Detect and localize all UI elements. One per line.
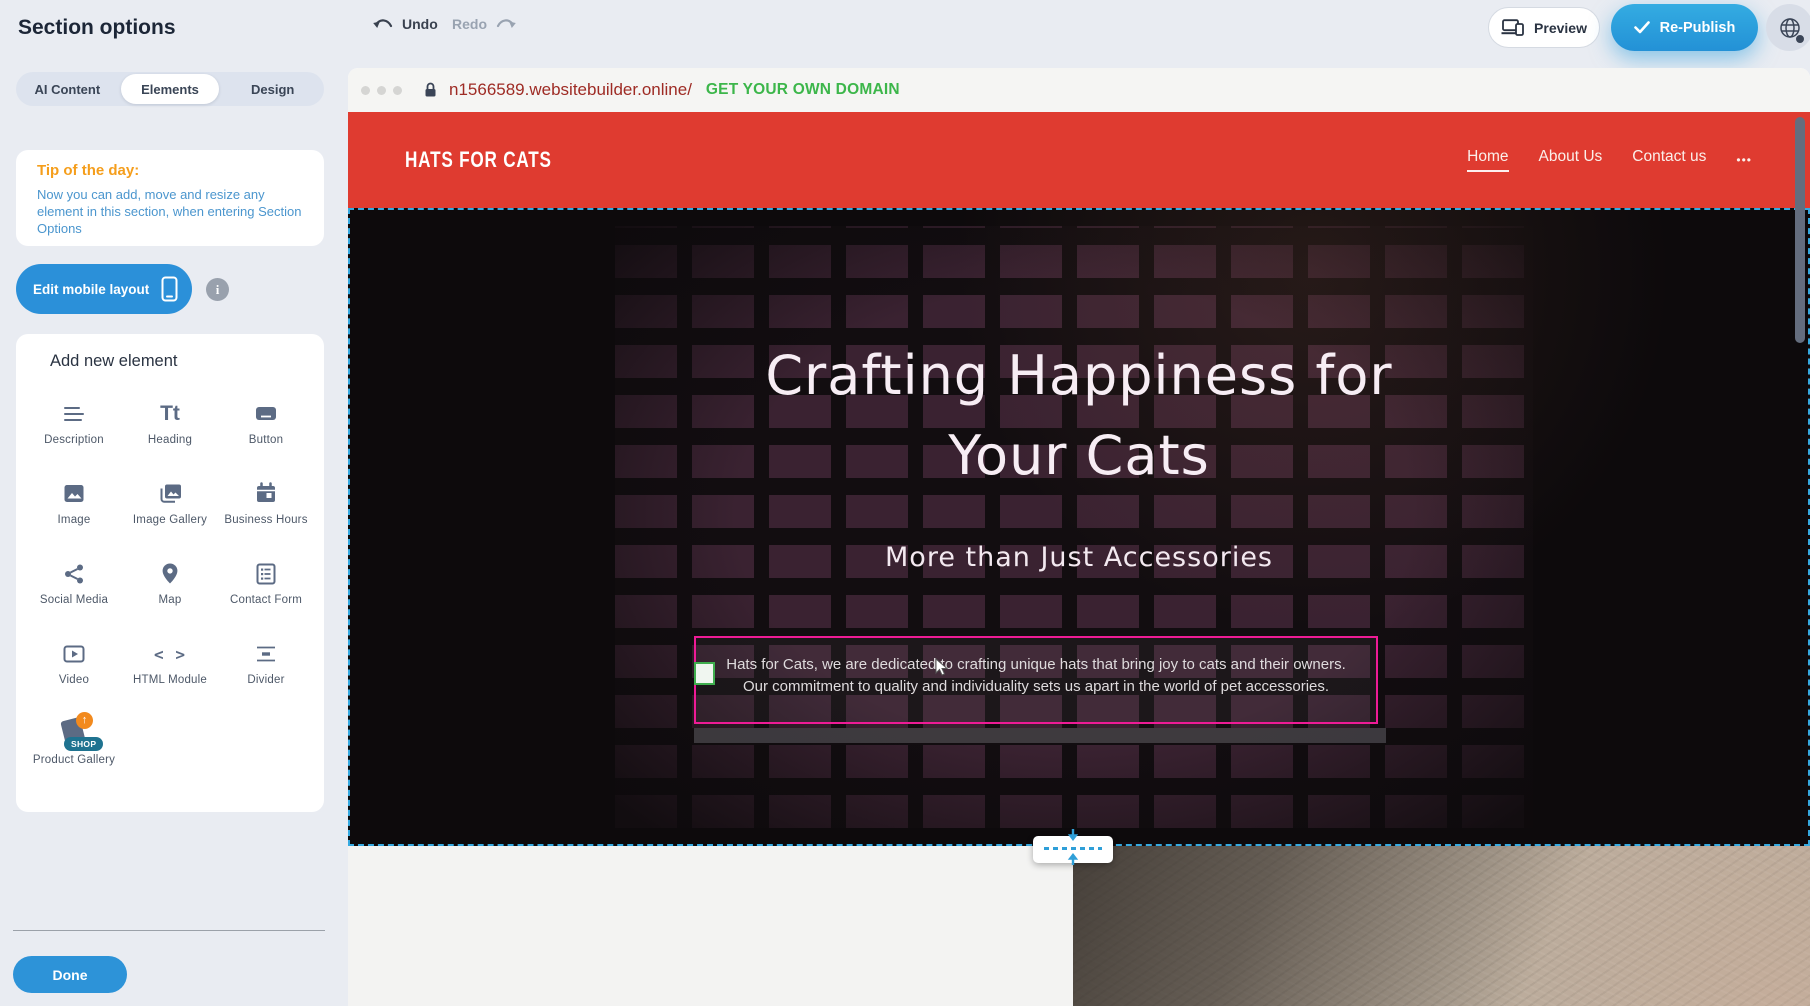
element-drag-handle[interactable] [694, 662, 715, 685]
next-section-blank [348, 846, 1073, 1006]
arrow-up-icon [1066, 851, 1080, 870]
element-product-gallery[interactable]: SHOP ↑ Product Gallery [26, 710, 122, 790]
element-grid: Description Tt Heading Button Image Imag [26, 390, 314, 790]
tab-ai-content[interactable]: AI Content [18, 74, 117, 104]
element-html-module[interactable]: < > HTML Module [122, 630, 218, 710]
website-builder-app: Section options AI Content Elements Desi… [0, 0, 1810, 1006]
element-description[interactable]: Description [26, 390, 122, 470]
next-section[interactable] [348, 846, 1810, 1006]
element-map[interactable]: Map [122, 550, 218, 630]
tab-elements[interactable]: Elements [121, 74, 220, 104]
element-divider[interactable]: Divider [218, 630, 314, 710]
element-button[interactable]: Button [218, 390, 314, 470]
arrow-down-icon [1066, 829, 1080, 848]
devices-icon [1501, 19, 1525, 36]
url-text: n1566589.websitebuilder.online/ [449, 80, 692, 100]
panel-divider [13, 930, 325, 931]
hero-section-selected[interactable]: Crafting Happiness forYour Cats More tha… [348, 208, 1810, 846]
product-gallery-icon: SHOP ↑ [55, 718, 93, 750]
nav-contact-us[interactable]: Contact us [1632, 148, 1706, 172]
lock-icon [424, 82, 437, 98]
redo-button[interactable]: Redo [452, 16, 517, 32]
calendar-icon [252, 478, 280, 510]
hero-heading[interactable]: Crafting Happiness forYour Cats [350, 336, 1808, 496]
video-play-icon [60, 638, 88, 670]
undo-icon [372, 17, 395, 32]
element-contact-form[interactable]: Contact Form [218, 550, 314, 630]
heading-icon: Tt [160, 398, 180, 430]
code-icon: < > [154, 638, 186, 670]
mouse-cursor-icon [935, 658, 948, 682]
site-header: HATS FOR CATS Home About Us Contact us •… [348, 112, 1810, 208]
site-canvas: HATS FOR CATS Home About Us Contact us •… [348, 112, 1810, 1006]
nav-home[interactable]: Home [1467, 148, 1508, 172]
element-video[interactable]: Video [26, 630, 122, 710]
image-icon [60, 478, 88, 510]
redo-icon [494, 17, 517, 32]
tip-body: Now you can add, move and resize any ele… [37, 186, 303, 237]
nav-about-us[interactable]: About Us [1539, 148, 1603, 172]
hero-subheading[interactable]: More than Just Accessories [350, 540, 1808, 576]
hero-paragraph: Hats for Cats, we are dedicated to craft… [696, 638, 1376, 698]
image-gallery-icon [156, 478, 184, 510]
hero-glow-overlay [350, 210, 1808, 844]
element-social-media[interactable]: Social Media [26, 550, 122, 630]
upgrade-arrow-icon: ↑ [76, 712, 93, 729]
edit-mobile-layout-label: Edit mobile layout [33, 282, 149, 297]
nav-more-icon[interactable]: ••• [1736, 153, 1752, 167]
shop-badge: SHOP [64, 737, 103, 751]
divider-icon [252, 638, 280, 670]
element-shadow [694, 728, 1386, 743]
share-icon [60, 558, 88, 590]
tab-design[interactable]: Design [223, 74, 322, 104]
globe-icon[interactable] [1766, 4, 1810, 51]
page-title: Section options [18, 16, 176, 40]
next-section-ground-photo [1073, 846, 1810, 1006]
done-button[interactable]: Done [13, 956, 127, 993]
undo-button[interactable]: Undo [372, 16, 438, 32]
republish-button[interactable]: Re-Publish [1611, 4, 1758, 51]
section-resize-handle[interactable] [1033, 836, 1113, 863]
element-business-hours[interactable]: Business Hours [218, 470, 314, 550]
scrollbar[interactable] [1795, 117, 1805, 343]
window-dots-icon [361, 86, 402, 95]
button-icon [252, 398, 280, 430]
element-image-gallery[interactable]: Image Gallery [122, 470, 218, 550]
add-element-card: Add new element Description Tt Heading B… [16, 334, 324, 812]
preview-button[interactable]: Preview [1488, 7, 1600, 48]
panel-tabs: AI Content Elements Design [16, 72, 324, 106]
check-icon [1634, 21, 1650, 34]
tip-of-the-day-card: Tip of the day: Now you can add, move an… [16, 150, 324, 246]
selected-paragraph-element[interactable]: Hats for Cats, we are dedicated to craft… [694, 636, 1378, 724]
tip-heading: Tip of the day: [37, 162, 139, 179]
phone-icon [161, 276, 178, 302]
map-pin-icon [156, 558, 184, 590]
form-icon [252, 558, 280, 590]
get-domain-link[interactable]: GET YOUR OWN DOMAIN [706, 81, 900, 99]
element-heading[interactable]: Tt Heading [122, 390, 218, 470]
site-logo[interactable]: HATS FOR CATS [405, 147, 552, 173]
site-nav: Home About Us Contact us ••• [1467, 148, 1752, 172]
element-image[interactable]: Image [26, 470, 122, 550]
add-element-title: Add new element [50, 352, 178, 371]
text-lines-icon [60, 398, 88, 430]
edit-mobile-layout-button[interactable]: Edit mobile layout [16, 264, 192, 314]
dashed-boundary-line [1044, 847, 1102, 850]
info-icon[interactable]: i [206, 278, 229, 301]
site-preview-window: n1566589.websitebuilder.online/ GET YOUR… [348, 68, 1810, 1006]
browser-chrome: n1566589.websitebuilder.online/ GET YOUR… [348, 68, 1810, 112]
